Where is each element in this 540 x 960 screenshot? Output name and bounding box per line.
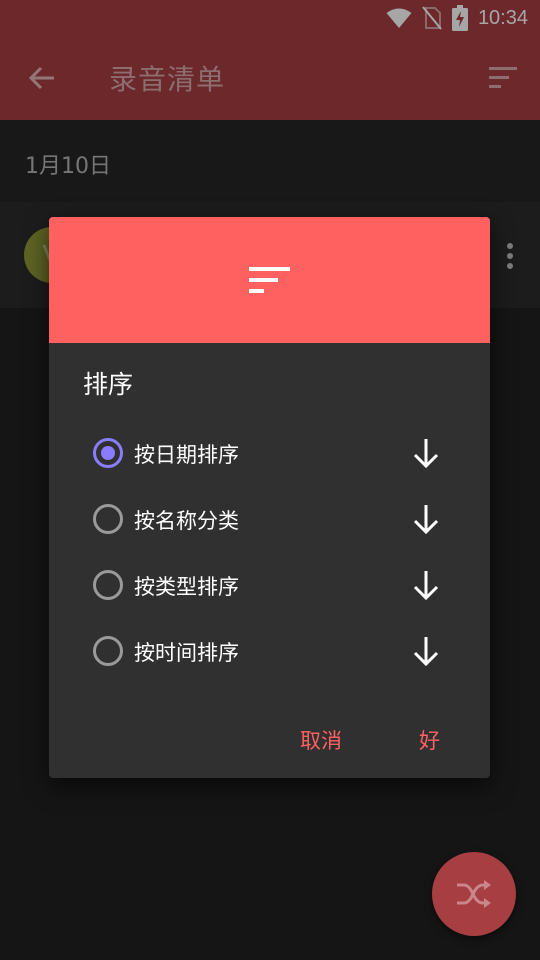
sort-option-duration[interactable]: 按时间排序: [93, 629, 453, 679]
arrow-down-icon[interactable]: [411, 569, 441, 601]
sort-option-label: 按名称分类: [134, 509, 239, 533]
radio-button[interactable]: [93, 438, 123, 468]
radio-button[interactable]: [93, 636, 123, 666]
shuffle-icon: [457, 880, 491, 908]
arrow-down-icon[interactable]: [411, 437, 441, 469]
sort-icon: [248, 267, 290, 293]
sort-option-label: 按类型排序: [134, 575, 239, 599]
radio-button[interactable]: [93, 570, 123, 600]
sort-dialog: 排序 按日期排序 按名称分类 按类型排序 按时间排序 取消 好: [49, 217, 490, 778]
radio-button[interactable]: [93, 504, 123, 534]
arrow-down-icon[interactable]: [411, 635, 441, 667]
sort-option-name[interactable]: 按名称分类: [93, 497, 453, 547]
ok-button[interactable]: 好: [419, 725, 440, 755]
sort-option-label: 按时间排序: [134, 641, 239, 665]
dialog-title: 排序: [83, 370, 134, 399]
sort-option-label: 按日期排序: [134, 443, 239, 467]
shuffle-fab-button[interactable]: [432, 852, 516, 936]
sort-option-date[interactable]: 按日期排序: [93, 431, 453, 481]
cancel-button[interactable]: 取消: [300, 725, 342, 755]
sort-option-type[interactable]: 按类型排序: [93, 563, 453, 613]
dialog-header: [49, 217, 490, 343]
arrow-down-icon[interactable]: [411, 503, 441, 535]
